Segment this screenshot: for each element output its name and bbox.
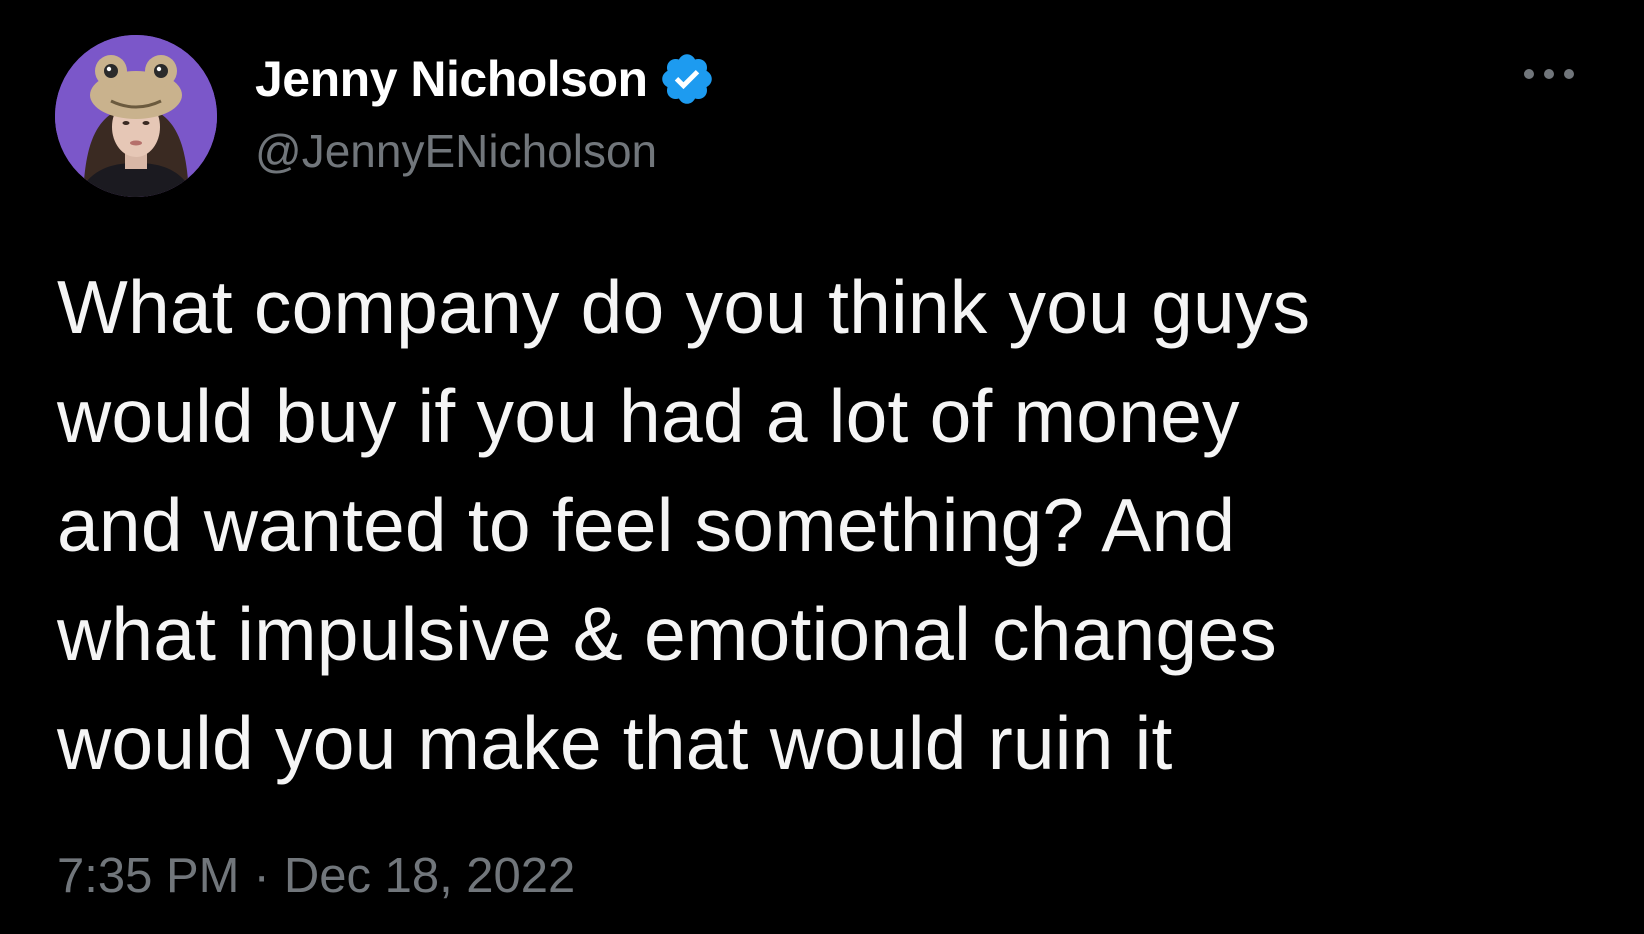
tweet-text-line: would you make that would ruin it bbox=[57, 701, 1173, 785]
avatar-image bbox=[55, 35, 217, 197]
tweet-timestamp[interactable]: 7:35 PM · Dec 18, 2022 bbox=[57, 848, 575, 904]
tweet-text-line: What company do you think you guys bbox=[57, 265, 1311, 349]
user-avatar[interactable] bbox=[55, 35, 217, 197]
author-handle[interactable]: @JennyENicholson bbox=[255, 124, 657, 178]
tweet-text-line: would buy if you had a lot of money bbox=[57, 374, 1240, 458]
verified-badge-icon[interactable] bbox=[658, 50, 716, 108]
author-name-row: Jenny Nicholson bbox=[255, 46, 716, 112]
author-display-name[interactable]: Jenny Nicholson bbox=[255, 50, 648, 108]
tweet-text-line: and wanted to feel something? And bbox=[57, 483, 1236, 567]
tweet-date: Dec 18, 2022 bbox=[283, 849, 576, 903]
timestamp-separator: · bbox=[253, 849, 270, 903]
tweet-time: 7:35 PM bbox=[57, 849, 240, 903]
tweet-text-line: what impulsive & emotional changes bbox=[57, 592, 1277, 676]
tweet-body: What company do you think you guys would… bbox=[57, 253, 1617, 798]
more-options-icon[interactable] bbox=[1518, 54, 1580, 94]
tweet-card: Jenny Nicholson @JennyENicholson What co… bbox=[0, 0, 1644, 934]
